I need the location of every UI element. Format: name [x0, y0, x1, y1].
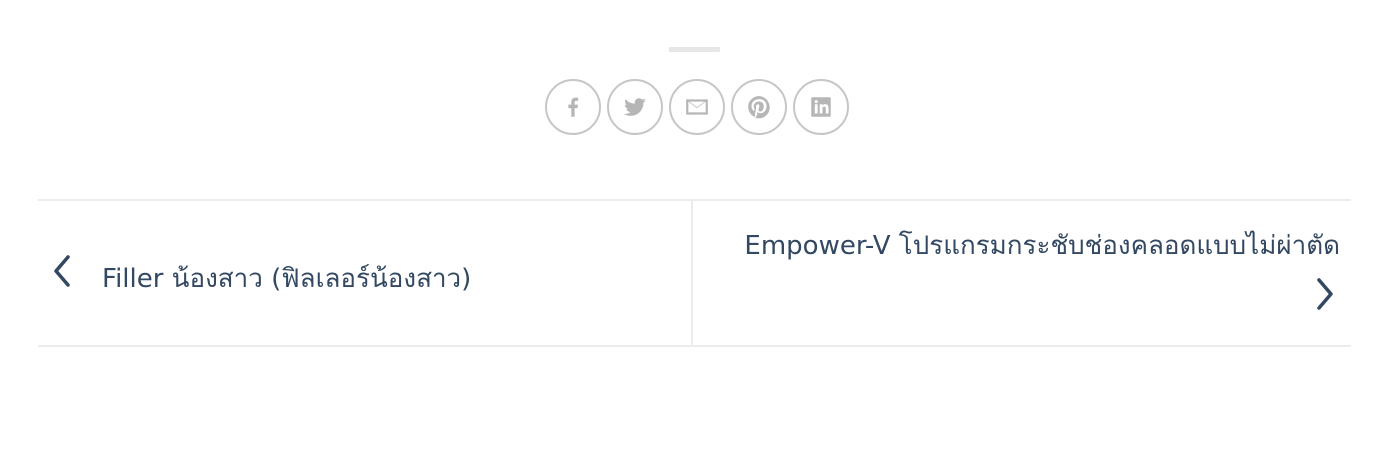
twitter-icon	[623, 98, 646, 116]
linkedin-icon	[811, 97, 831, 117]
page: Filler น้องสาว (ฟิลเลอร์น้องสาว) Empower…	[0, 0, 1390, 476]
section-divider	[669, 47, 720, 52]
chevron-right-icon	[1314, 276, 1336, 312]
post-navigation: Filler น้องสาว (ฟิลเลอร์น้องสาว) Empower…	[38, 199, 1351, 347]
share-email-button[interactable]	[669, 79, 725, 135]
social-share-icons	[545, 79, 849, 135]
share-twitter-button[interactable]	[607, 79, 663, 135]
share-pinterest-button[interactable]	[731, 79, 787, 135]
previous-post-title: Filler น้องสาว (ฟิลเลอร์น้องสาว)	[102, 264, 472, 294]
next-post-link[interactable]: Empower-V โปรแกรมกระชับช่องคลอดแบบไม่ผ่า…	[693, 201, 1351, 345]
share-facebook-button[interactable]	[545, 79, 601, 135]
share-linkedin-button[interactable]	[793, 79, 849, 135]
next-post-title: Empower-V โปรแกรมกระชับช่องคลอดแบบไม่ผ่า…	[744, 231, 1340, 261]
pinterest-icon	[748, 96, 770, 119]
facebook-icon	[568, 97, 579, 117]
email-icon	[686, 99, 708, 115]
previous-post-link[interactable]: Filler น้องสาว (ฟิลเลอร์น้องสาว)	[38, 201, 693, 345]
chevron-left-icon	[51, 253, 73, 289]
